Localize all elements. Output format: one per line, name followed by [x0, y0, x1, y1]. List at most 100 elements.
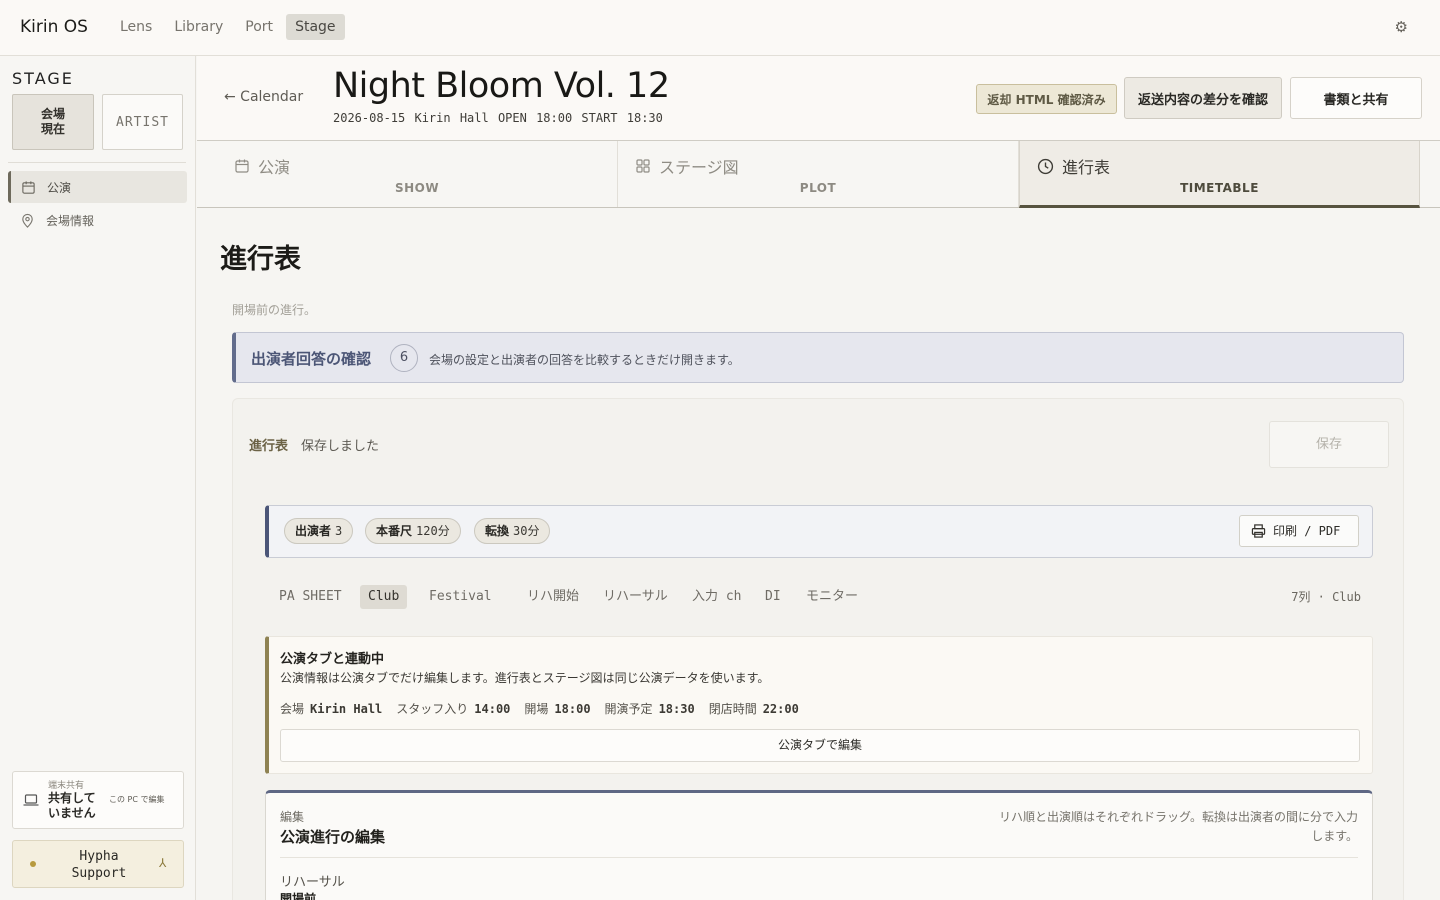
sidebar-item-label: 公演: [47, 180, 72, 195]
show-times: 会場 Kirin Hall スタッフ入り 14:00 開場 18:00 開演予定 18:…: [280, 700, 799, 717]
status-dot: [30, 861, 36, 867]
pill-key: 出演者: [295, 524, 332, 538]
back-to-calendar-link[interactable]: ← Calendar: [224, 89, 303, 105]
html-confirmed-badge[interactable]: 返却 HTML 確認済み: [976, 84, 1117, 114]
editor-section-rehearsal: リハーサル: [280, 875, 345, 890]
artist-response-alert[interactable]: 出演者回答の確認 6 会場の設定と出演者の回答を比較するときだけ開きます。: [232, 332, 1404, 383]
event-header: ← Calendar Night Bloom Vol. 12 2026-08-1…: [197, 56, 1440, 141]
laptop-icon: [23, 794, 39, 806]
sidebar-divider: [8, 162, 186, 163]
tab-plot[interactable]: ステージ図 PLOT: [618, 141, 1019, 207]
summary-bar: 出演者 3 本番尺 120分 転換 30分 印刷 / PDF: [265, 505, 1373, 558]
alert-title: 出演者回答の確認: [251, 350, 372, 368]
time-close: 閉店時間 22:00: [708, 702, 799, 716]
map-pin-icon: [22, 213, 33, 228]
show-flow-editor: 編集 公演進行の編集 リハ順と出演順はそれぞれドラッグ。転換は出演者の間に分で入…: [265, 790, 1373, 900]
tab-label: 進行表: [1062, 158, 1111, 177]
filter-monitor[interactable]: モニター: [798, 585, 866, 609]
sidebar-title: STAGE: [12, 69, 74, 88]
linked-title: 公演タブと連動中: [280, 652, 385, 667]
device-share-box[interactable]: 端末共有 共有して いません この PC で編集: [12, 771, 184, 829]
save-button[interactable]: 保存: [1269, 421, 1389, 468]
alert-description: 会場の設定と出演者の回答を比較するときだけ開きます。: [429, 353, 740, 367]
event-meta: 2026-08-15 Kirin Hall OPEN 18:00 START 1…: [333, 111, 663, 125]
column-filter-row: PA SHEET Club Festival リハ開始 リハーサル 入力 ch …: [265, 585, 1373, 609]
event-title: Night Bloom Vol. 12: [333, 66, 670, 106]
role-venue-button[interactable]: 会場 現在: [12, 94, 94, 150]
nav-stage[interactable]: Stage: [286, 14, 345, 40]
time-doors: 開場 18:00: [524, 702, 591, 716]
filter-pa-sheet[interactable]: PA SHEET: [271, 585, 350, 609]
print-label: 印刷 / PDF: [1273, 524, 1341, 538]
filter-festival[interactable]: Festival: [421, 585, 500, 609]
sidebar-item-venue-info[interactable]: 会場情報: [8, 204, 187, 236]
tab-show[interactable]: 公演 SHOW: [217, 141, 618, 207]
support-label: Hypha Support: [71, 849, 127, 881]
edit-in-show-tab-button[interactable]: 公演タブで編集: [280, 729, 1360, 762]
brand-logo[interactable]: Kirin OS: [20, 17, 88, 37]
role-venue-current: 現在: [40, 122, 65, 136]
time-start: 開演予定 18:30: [604, 702, 695, 716]
nav-port[interactable]: Port: [236, 14, 282, 40]
clock-icon: [1037, 158, 1054, 174]
filter-input-ch[interactable]: 入力 ch: [684, 585, 749, 609]
share-status: 共有して いません: [48, 791, 96, 820]
page-title: 進行表: [220, 244, 301, 275]
print-pdf-button[interactable]: 印刷 / PDF: [1239, 515, 1359, 547]
role-artist-button[interactable]: ARTIST: [102, 94, 183, 150]
editor-hint: リハ順と出演順はそれぞれドラッグ。転換は出演者の間に分で入力します。: [998, 810, 1358, 843]
pill-value: 3: [335, 524, 343, 538]
settings-gear-icon[interactable]: ⚙: [1395, 18, 1408, 36]
sidebar-item-label: 会場情報: [46, 213, 95, 228]
tab-label: 公演: [258, 158, 291, 177]
calendar-icon: [22, 180, 35, 194]
pill-key: 本番尺: [376, 524, 413, 538]
filter-di[interactable]: DI: [757, 585, 789, 609]
support-button[interactable]: Hypha Support ⅄: [12, 840, 184, 888]
pill-value: 30分: [513, 524, 540, 538]
share-caption: 端末共有: [48, 781, 85, 791]
editor-divider: [280, 857, 1358, 858]
nav-lens[interactable]: Lens: [111, 14, 161, 40]
printer-icon: [1251, 524, 1266, 538]
show-length-pill: 本番尺 120分: [365, 518, 461, 544]
role-venue-label: 会場: [40, 107, 65, 121]
page-note: 開場前の進行。: [232, 303, 317, 317]
linked-show-panel: 公演タブと連動中 公演情報は公演タブでだけ編集します。進行表とステージ図は同じ公…: [265, 636, 1373, 774]
tab-label: ステージ図: [659, 158, 739, 177]
editor-caption: 編集: [280, 810, 305, 824]
editor-subsection: 開場前: [280, 892, 317, 900]
tab-sublabel: PLOT: [799, 181, 837, 195]
diff-check-button[interactable]: 返送内容の差分を確認: [1124, 77, 1282, 119]
time-staff-in: スタッフ入り 14:00: [396, 702, 511, 716]
filter-rehearsal-start[interactable]: リハ開始: [519, 585, 587, 609]
performer-count-pill: 出演者 3: [284, 518, 354, 544]
editor-title: 公演進行の編集: [280, 828, 386, 846]
docs-share-button[interactable]: 書類と共有: [1290, 77, 1422, 119]
pill-value: 120分: [416, 524, 450, 538]
share-action: この PC で編集: [109, 795, 165, 804]
sidebar-item-show[interactable]: 公演: [8, 171, 187, 203]
tab-bar: 公演 SHOW ステージ図 PLOT 進行表 TIMETABLE: [197, 141, 1440, 208]
timetable-card: 進行表 保存しました 保存 出演者 3 本番尺 120分 転換 30分 印刷 / PD…: [232, 398, 1404, 900]
filter-club[interactable]: Club: [360, 585, 408, 609]
column-count: 7列 · Club: [1291, 590, 1361, 604]
expand-icon: ⅄: [159, 856, 167, 870]
card-label: 進行表: [249, 439, 289, 454]
calendar-icon: [235, 159, 249, 173]
sidebar: STAGE 会場 現在 ARTIST 公演 会場情報 端末共有 共有して いません…: [0, 56, 196, 900]
filter-rehearsal[interactable]: リハーサル: [595, 585, 676, 609]
tab-sublabel: SHOW: [394, 181, 440, 195]
alert-count-badge: 6: [390, 344, 418, 372]
tab-timetable[interactable]: 進行表 TIMETABLE: [1019, 141, 1420, 208]
tab-sublabel: TIMETABLE: [1180, 181, 1259, 195]
changeover-pill: 転換 30分: [474, 518, 551, 544]
nav-library[interactable]: Library: [165, 14, 232, 40]
grid-icon: [636, 159, 650, 173]
linked-description: 公演情報は公演タブでだけ編集します。進行表とステージ図は同じ公演データを使います…: [280, 671, 770, 685]
pill-key: 転換: [485, 524, 510, 538]
top-nav: Lens Library Port Stage: [111, 14, 345, 40]
save-status: 保存しました: [301, 439, 380, 454]
top-bar: Kirin OS Lens Library Port Stage ⚙: [0, 0, 1440, 56]
time-venue: 会場 Kirin Hall: [280, 702, 383, 716]
